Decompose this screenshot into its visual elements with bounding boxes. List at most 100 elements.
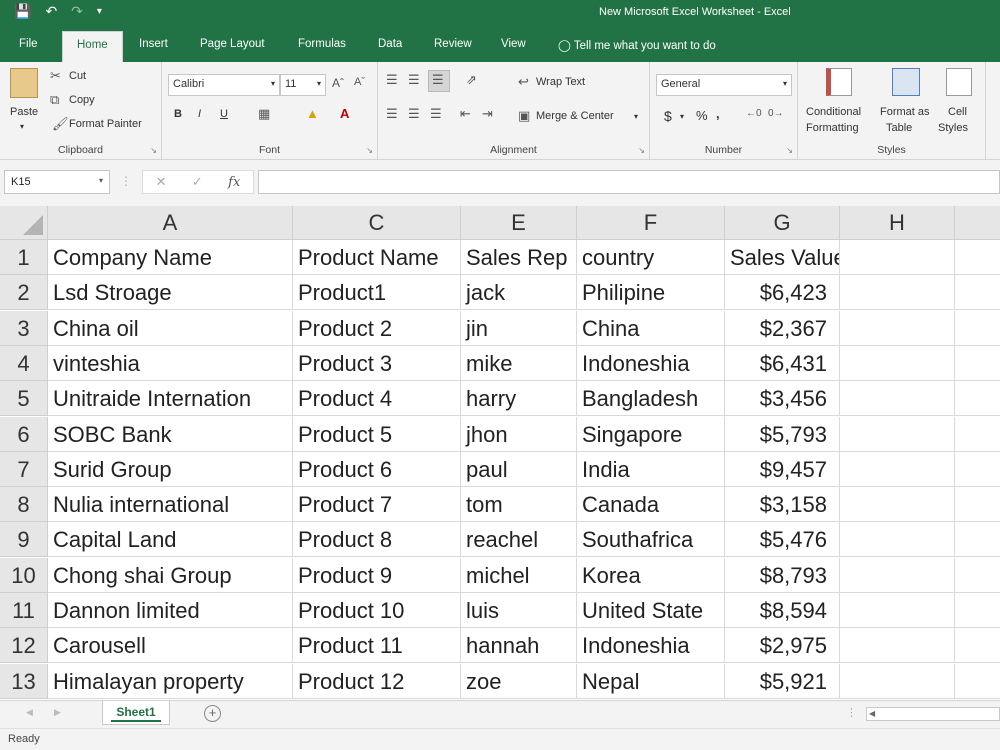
table-cell[interactable]: [840, 346, 955, 381]
table-cell[interactable]: Lsd Stroage: [48, 275, 293, 310]
cut-button[interactable]: Cut: [69, 70, 86, 82]
align-middle-icon[interactable]: ☰: [408, 72, 420, 88]
table-cell[interactable]: Dannon limited: [48, 593, 293, 628]
tab-review[interactable]: Review: [434, 38, 472, 50]
table-cell[interactable]: [840, 558, 955, 593]
conditional-formatting-button-line2[interactable]: Formatting: [806, 122, 859, 134]
currency-button[interactable]: $: [664, 108, 672, 124]
table-cell[interactable]: China: [577, 311, 725, 346]
formula-input[interactable]: [258, 170, 1000, 194]
header-cell[interactable]: Product Name: [293, 240, 461, 275]
tab-page-layout[interactable]: Page Layout: [200, 38, 265, 50]
table-cell[interactable]: luis: [461, 593, 577, 628]
row-header[interactable]: 13: [0, 664, 48, 699]
header-cell[interactable]: Sales Rep: [461, 240, 577, 275]
increase-indent-icon[interactable]: ⇥: [482, 106, 493, 122]
copy-icon[interactable]: ⧉: [50, 92, 59, 108]
row-header[interactable]: 8: [0, 487, 48, 522]
header-cell[interactable]: country: [577, 240, 725, 275]
cancel-icon[interactable]: ✕: [156, 174, 167, 190]
table-cell[interactable]: Product 12: [293, 664, 461, 699]
table-cell[interactable]: $5,476: [725, 522, 840, 557]
row-header[interactable]: 11: [0, 593, 48, 628]
table-cell[interactable]: $6,431: [725, 346, 840, 381]
percent-button[interactable]: %: [696, 108, 708, 123]
table-cell[interactable]: $3,456: [725, 381, 840, 416]
tab-insert[interactable]: Insert: [139, 38, 168, 50]
row-header[interactable]: 2: [0, 275, 48, 310]
table-cell[interactable]: United State: [577, 593, 725, 628]
table-cell[interactable]: [840, 311, 955, 346]
table-cell[interactable]: China oil: [48, 311, 293, 346]
table-cell[interactable]: $2,367: [725, 311, 840, 346]
header-cell[interactable]: Company Name: [48, 240, 293, 275]
insert-function-button[interactable]: fx: [228, 175, 240, 190]
decrease-indent-icon[interactable]: ⇤: [460, 106, 471, 122]
prev-sheet-icon[interactable]: ◀: [26, 707, 33, 718]
table-cell[interactable]: [840, 275, 955, 310]
table-cell[interactable]: [840, 487, 955, 522]
table-cell[interactable]: [955, 487, 1000, 522]
cell-styles-icon[interactable]: [946, 68, 972, 96]
align-center-icon[interactable]: ☰: [408, 106, 420, 122]
table-cell[interactable]: [840, 593, 955, 628]
table-cell[interactable]: [840, 452, 955, 487]
table-cell[interactable]: tom: [461, 487, 577, 522]
scroll-left-icon[interactable]: ◀: [869, 709, 875, 718]
table-cell[interactable]: [955, 275, 1000, 310]
format-painter-button[interactable]: Format Painter: [69, 118, 142, 130]
row-header[interactable]: 12: [0, 628, 48, 663]
cell-styles-button[interactable]: Cell: [948, 106, 967, 118]
select-all-button[interactable]: [0, 206, 48, 240]
table-cell[interactable]: jin: [461, 311, 577, 346]
row-header[interactable]: 3: [0, 311, 48, 346]
format-as-table-button[interactable]: Format as: [880, 106, 930, 118]
conditional-formatting-icon[interactable]: [826, 68, 852, 96]
table-cell[interactable]: $9,457: [725, 452, 840, 487]
number-format-select[interactable]: General ▾: [656, 74, 792, 96]
column-header-a[interactable]: A: [48, 206, 293, 240]
dialog-launcher-icon[interactable]: ↘: [638, 146, 645, 155]
tab-file[interactable]: File: [19, 38, 38, 50]
table-cell[interactable]: [955, 240, 1000, 275]
chevron-down-icon[interactable]: ▾: [680, 112, 684, 121]
table-cell[interactable]: Product 8: [293, 522, 461, 557]
table-cell[interactable]: Canada: [577, 487, 725, 522]
table-cell[interactable]: Carousell: [48, 628, 293, 663]
table-cell[interactable]: Chong shai Group: [48, 558, 293, 593]
table-cell[interactable]: [955, 628, 1000, 663]
table-cell[interactable]: [840, 417, 955, 452]
wrap-text-button[interactable]: Wrap Text: [536, 76, 585, 88]
table-cell[interactable]: Indoneshia: [577, 346, 725, 381]
table-cell[interactable]: [955, 593, 1000, 628]
table-cell[interactable]: $5,793: [725, 417, 840, 452]
table-cell[interactable]: Southafrica: [577, 522, 725, 557]
table-cell[interactable]: jhon: [461, 417, 577, 452]
table-cell[interactable]: [955, 417, 1000, 452]
table-cell[interactable]: michel: [461, 558, 577, 593]
table-cell[interactable]: harry: [461, 381, 577, 416]
row-header[interactable]: 4: [0, 346, 48, 381]
row-header[interactable]: 6: [0, 417, 48, 452]
increase-font-icon[interactable]: Aˆ: [332, 76, 344, 90]
enter-icon[interactable]: ✓: [192, 174, 203, 190]
row-header[interactable]: 7: [0, 452, 48, 487]
table-cell[interactable]: $2,975: [725, 628, 840, 663]
font-size-select[interactable]: 11 ▾: [280, 74, 326, 96]
merge-center-button[interactable]: Merge & Center: [536, 110, 614, 122]
horizontal-scrollbar[interactable]: ◀: [866, 707, 1000, 721]
table-cell[interactable]: Product 11: [293, 628, 461, 663]
column-header-c[interactable]: C: [293, 206, 461, 240]
row-header[interactable]: 5: [0, 381, 48, 416]
table-cell[interactable]: $8,793: [725, 558, 840, 593]
table-cell[interactable]: Capital Land: [48, 522, 293, 557]
sheet-tab-sheet1[interactable]: Sheet1: [102, 701, 170, 725]
font-color-icon[interactable]: A: [340, 106, 349, 121]
table-cell[interactable]: India: [577, 452, 725, 487]
table-cell[interactable]: Product 5: [293, 417, 461, 452]
chevron-down-icon[interactable]: ▾: [634, 112, 638, 121]
decrease-decimal-icon[interactable]: 0→: [768, 108, 784, 119]
table-cell[interactable]: [955, 381, 1000, 416]
table-cell[interactable]: Nepal: [577, 664, 725, 699]
align-left-icon[interactable]: ☰: [386, 106, 398, 122]
